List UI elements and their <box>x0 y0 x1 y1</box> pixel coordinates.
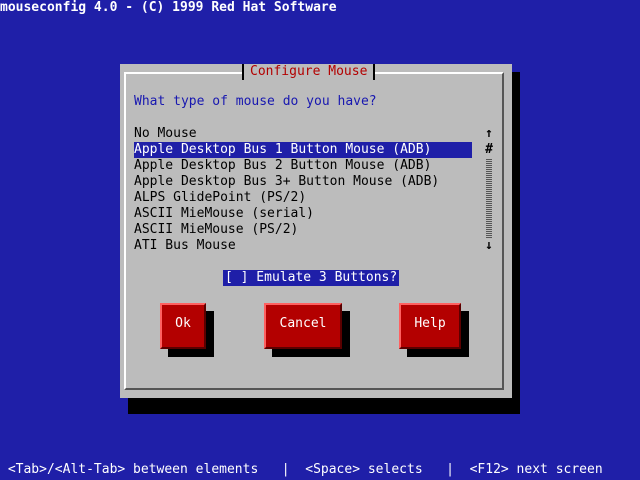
dialog-title: Configure Mouse <box>250 64 368 79</box>
list-item[interactable]: ASCII MieMouse (serial) <box>134 206 472 222</box>
scroll-down-arrow-icon[interactable]: ↓ <box>484 238 494 254</box>
help-button-label: Help <box>414 316 446 331</box>
list-item[interactable]: ATI Bus Mouse <box>134 238 472 254</box>
scroll-thumb[interactable]: # <box>484 142 494 158</box>
scroll-up-arrow-icon[interactable]: ↑ <box>484 126 494 142</box>
mouse-type-list[interactable]: No Mouse Apple Desktop Bus 1 Button Mous… <box>134 126 472 254</box>
ok-button-label: Ok <box>175 316 191 331</box>
app-title: mouseconfig 4.0 - (C) 1999 Red Hat Softw… <box>0 0 337 15</box>
list-scrollbar[interactable]: ↑ # ↓ <box>484 126 494 254</box>
scroll-track[interactable] <box>486 158 492 238</box>
list-item[interactable]: ASCII MieMouse (PS/2) <box>134 222 472 238</box>
list-item[interactable]: Apple Desktop Bus 3+ Button Mouse (ADB) <box>134 174 472 190</box>
help-button[interactable]: Help <box>399 303 461 349</box>
keyboard-help-line: <Tab>/<Alt-Tab> between elements | <Spac… <box>0 462 603 477</box>
list-item[interactable]: No Mouse <box>134 126 472 142</box>
emulate-3-buttons-checkbox[interactable]: [ ] Emulate 3 Buttons? <box>223 270 400 286</box>
list-item-selected[interactable]: Apple Desktop Bus 1 Button Mouse (ADB) <box>134 142 472 158</box>
dialog-title-box: Configure Mouse <box>242 64 376 80</box>
list-item[interactable]: Apple Desktop Bus 2 Button Mouse (ADB) <box>134 158 472 174</box>
mouse-question: What type of mouse do you have? <box>134 94 377 109</box>
cancel-button-label: Cancel <box>279 316 327 331</box>
ok-button[interactable]: Ok <box>160 303 206 349</box>
cancel-button[interactable]: Cancel <box>264 303 342 349</box>
list-item[interactable]: ALPS GlidePoint (PS/2) <box>134 190 472 206</box>
configure-mouse-dialog: Configure Mouse What type of mouse do yo… <box>120 64 512 398</box>
